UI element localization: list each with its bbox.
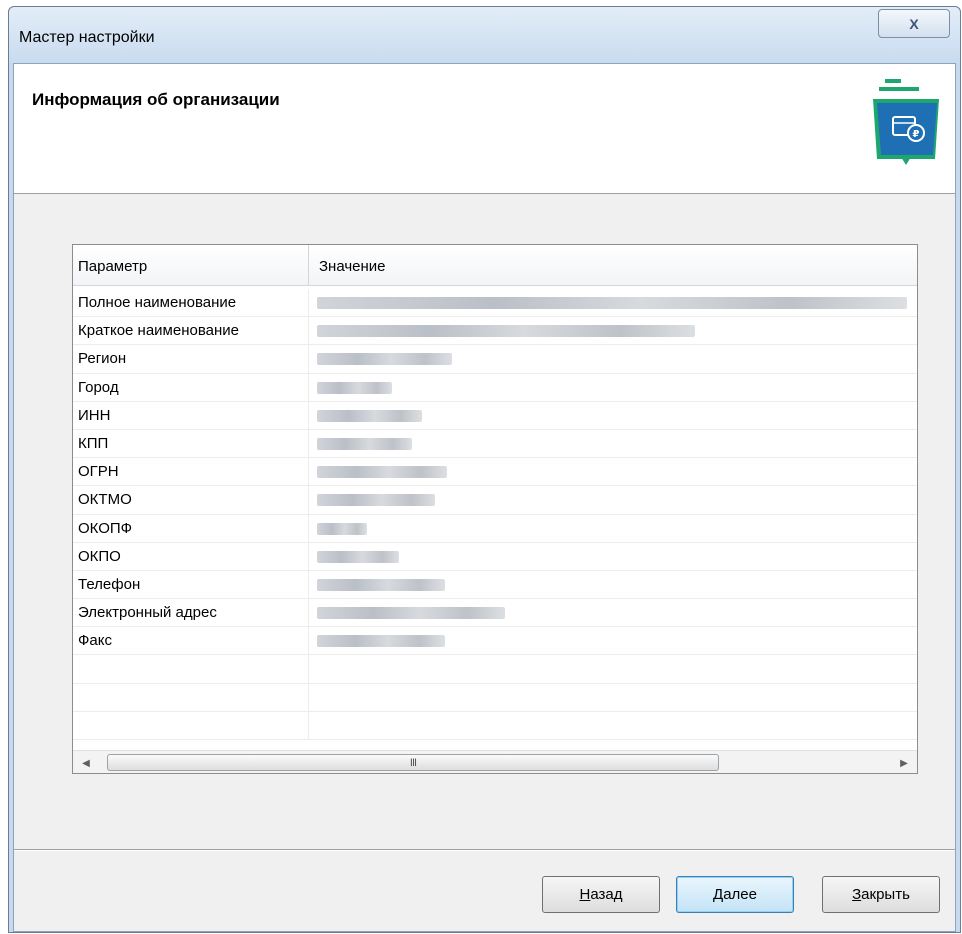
close-label: акрыть bbox=[861, 886, 910, 903]
table-row[interactable]: Телефон bbox=[73, 570, 917, 600]
grid-header: Параметр Значение bbox=[73, 245, 917, 286]
title-bar[interactable]: Мастер настройки X bbox=[9, 7, 960, 63]
scroll-right-icon[interactable]: ▶ bbox=[893, 751, 915, 773]
next-label: алее bbox=[723, 886, 757, 903]
grid-body: Полное наименование Краткое наименование… bbox=[73, 289, 917, 740]
wizard-header: Информация об организации ₽ bbox=[14, 64, 955, 194]
param-cell: Факс bbox=[73, 627, 309, 656]
param-cell: КПП bbox=[73, 429, 309, 458]
table-row[interactable]: Город bbox=[73, 373, 917, 402]
empty-cell bbox=[73, 683, 309, 712]
value-cell bbox=[317, 409, 422, 422]
column-header-parameter[interactable]: Параметр bbox=[73, 245, 309, 285]
page-title: Информация об организации bbox=[32, 90, 280, 109]
value-cell bbox=[317, 607, 505, 620]
close-button[interactable]: Закрыть bbox=[822, 876, 940, 913]
empty-row bbox=[73, 711, 917, 740]
scroll-left-icon[interactable]: ◀ bbox=[75, 751, 97, 773]
value-cell bbox=[317, 381, 392, 394]
table-row[interactable]: ИНН bbox=[73, 401, 917, 430]
folder-ruble-icon: ₽ bbox=[873, 79, 939, 165]
close-mnemonic: З bbox=[852, 886, 862, 903]
next-button[interactable]: Далее bbox=[676, 876, 794, 913]
table-row[interactable]: Электронный адрес bbox=[73, 599, 917, 628]
value-cell bbox=[317, 466, 447, 479]
window-close-button[interactable]: X bbox=[878, 9, 950, 38]
scroll-thumb[interactable]: III bbox=[107, 754, 719, 771]
table-row[interactable]: ОКОПФ bbox=[73, 514, 917, 543]
param-cell: Краткое наименование bbox=[73, 317, 309, 346]
param-cell: ИНН bbox=[73, 401, 309, 430]
empty-cell bbox=[73, 711, 309, 740]
horizontal-scrollbar[interactable]: ◀ III ▶ bbox=[73, 750, 917, 773]
value-cell bbox=[317, 437, 412, 450]
table-row[interactable]: Краткое наименование bbox=[73, 317, 917, 346]
grip-icon: III bbox=[409, 756, 417, 769]
param-cell: ОКОПФ bbox=[73, 514, 309, 543]
footer-divider bbox=[14, 849, 955, 851]
param-cell: Телефон bbox=[73, 570, 309, 599]
param-cell: Город bbox=[73, 373, 309, 402]
table-row[interactable]: Факс bbox=[73, 627, 917, 656]
param-cell: Электронный адрес bbox=[73, 599, 309, 628]
empty-row bbox=[73, 655, 917, 684]
value-cell bbox=[317, 550, 399, 563]
value-cell bbox=[317, 353, 452, 366]
table-row[interactable]: ОКПО bbox=[73, 542, 917, 571]
window-title: Мастер настройки bbox=[19, 29, 155, 46]
param-cell: ОКТМО bbox=[73, 486, 309, 515]
table-row[interactable]: Полное наименование bbox=[73, 289, 917, 318]
wizard-client-area: Информация об организации ₽ Параметр Зна… bbox=[13, 63, 956, 932]
table-row[interactable]: Регион bbox=[73, 345, 917, 374]
column-header-value[interactable]: Значение bbox=[309, 245, 915, 285]
value-cell bbox=[317, 635, 445, 648]
value-cell bbox=[317, 297, 907, 309]
table-row[interactable]: ОГРН bbox=[73, 458, 917, 487]
param-cell: ОКПО bbox=[73, 542, 309, 571]
table-row[interactable]: ОКТМО bbox=[73, 486, 917, 515]
back-mnemonic: Н bbox=[579, 886, 591, 903]
value-cell bbox=[317, 325, 695, 338]
svg-text:₽: ₽ bbox=[913, 129, 920, 140]
value-cell bbox=[317, 578, 445, 591]
close-icon: X bbox=[909, 15, 919, 32]
value-cell bbox=[317, 522, 367, 535]
param-cell: Полное наименование bbox=[73, 289, 309, 317]
next-mnemonic: Д bbox=[713, 886, 724, 903]
organization-info-grid[interactable]: Параметр Значение Полное наименование Кр… bbox=[72, 244, 918, 774]
param-cell: ОГРН bbox=[73, 458, 309, 487]
empty-row bbox=[73, 683, 917, 712]
empty-cell bbox=[73, 655, 309, 684]
value-cell bbox=[317, 494, 435, 507]
back-button[interactable]: Назад bbox=[542, 876, 660, 913]
setup-wizard-window: Мастер настройки X Информация об организ… bbox=[8, 6, 961, 933]
param-cell: Регион bbox=[73, 345, 309, 374]
back-label: азад bbox=[590, 886, 623, 903]
table-row[interactable]: КПП bbox=[73, 429, 917, 459]
